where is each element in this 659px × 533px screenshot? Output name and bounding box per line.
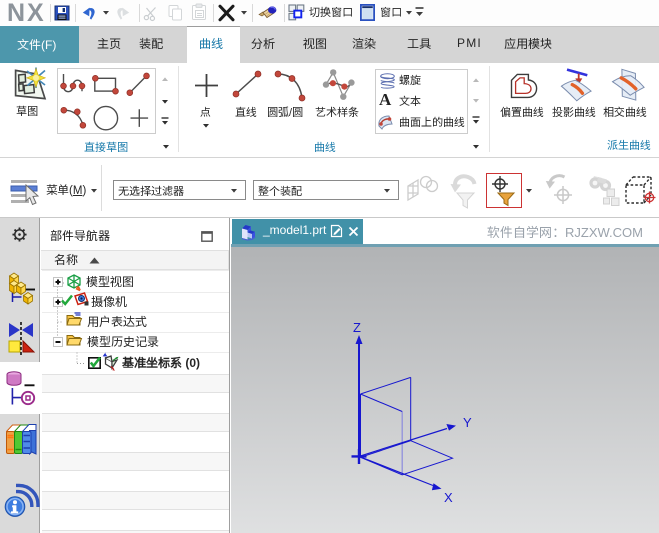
svg-text:Y: Y [463,415,472,430]
svg-text:X: X [444,490,453,505]
svg-text:Z: Z [353,320,361,335]
